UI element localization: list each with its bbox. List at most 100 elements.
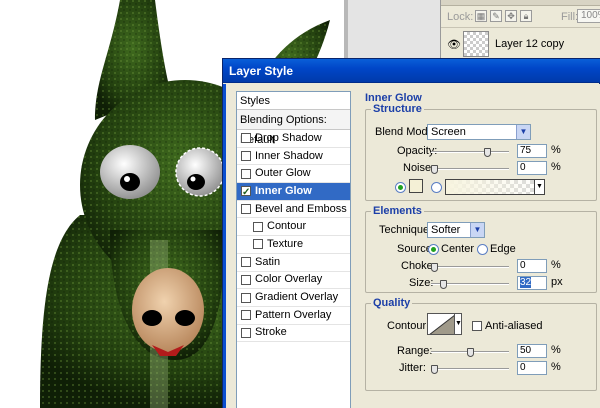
lock-icons: ▦ ✎ ✥ 🔒︎ — [475, 10, 532, 22]
style-item-label: Bevel and Emboss — [255, 202, 347, 215]
noise-label: Noise: — [403, 162, 435, 174]
contour-preview[interactable] — [427, 313, 455, 335]
style-checkbox[interactable] — [241, 204, 251, 215]
style-item[interactable]: Stroke — [237, 325, 350, 343]
layer-row[interactable]: 👁︎ Layer 12 copy — [441, 27, 600, 60]
slider-knob[interactable] — [431, 263, 438, 272]
style-checkbox[interactable] — [241, 168, 251, 179]
chevron-down-icon: ▼ — [534, 180, 544, 194]
style-item[interactable]: Pattern Overlay — [237, 307, 350, 325]
dialog-body: Styles Blending Options: Default Drop Sh… — [223, 84, 600, 408]
jitter-input[interactable]: 0 — [517, 361, 547, 375]
slider-knob[interactable] — [440, 280, 448, 289]
layer-name: Layer 12 copy — [495, 38, 565, 50]
style-checkbox[interactable] — [241, 327, 251, 338]
structure-title: Structure — [371, 103, 424, 115]
size-input[interactable]: 32 — [517, 276, 547, 290]
style-item[interactable]: Inner Glow — [237, 183, 350, 201]
anti-aliased-checkbox[interactable] — [472, 321, 482, 331]
slider-knob[interactable] — [431, 365, 438, 374]
jitter-slider[interactable] — [431, 365, 509, 374]
style-item[interactable]: Texture — [237, 236, 350, 254]
style-item[interactable]: Outer Glow — [237, 165, 350, 184]
blend-mode-select[interactable]: Screen ▼ — [427, 124, 531, 140]
technique-value: Softer — [431, 224, 461, 236]
inner-glow-settings: Inner Glow Structure Blend Mode: Screen … — [361, 87, 600, 407]
move-lock-icon[interactable]: ✥ — [505, 10, 517, 22]
style-item-label: Pattern Overlay — [255, 308, 332, 321]
opacity-slider[interactable] — [431, 148, 509, 157]
chevron-down-icon: ▼ — [516, 125, 530, 139]
checker-lock-icon[interactable]: ▦ — [475, 10, 487, 22]
range-input[interactable]: 50 — [517, 344, 547, 358]
choke-input[interactable]: 0 — [517, 259, 547, 273]
technique-select[interactable]: Softer ▼ — [427, 222, 485, 238]
style-checkbox[interactable] — [241, 310, 251, 321]
style-checkbox[interactable] — [253, 221, 263, 232]
source-edge-label: Edge — [490, 243, 516, 255]
glow-color-swatch[interactable] — [409, 179, 423, 193]
style-checkbox[interactable] — [241, 151, 251, 162]
slider-knob[interactable] — [466, 348, 474, 357]
noise-input[interactable]: 0 — [517, 161, 547, 175]
style-item[interactable]: Gradient Overlay — [237, 289, 350, 307]
style-item[interactable]: Contour — [237, 218, 350, 237]
slider-knob[interactable] — [484, 148, 492, 157]
anti-aliased-label: Anti-aliased — [485, 320, 543, 332]
source-center-radio[interactable] — [428, 244, 439, 255]
layers-panel-top-strip — [441, 0, 600, 6]
lock-label: Lock: — [447, 11, 474, 23]
solid-color-radio[interactable] — [395, 182, 406, 193]
eye-icon[interactable]: 👁︎ — [447, 38, 461, 51]
brush-lock-icon[interactable]: ✎ — [490, 10, 502, 22]
jitter-unit: % — [551, 361, 561, 373]
noise-slider[interactable] — [431, 165, 509, 174]
style-item[interactable]: Color Overlay — [237, 272, 350, 290]
style-checkbox[interactable] — [241, 133, 251, 144]
style-item[interactable]: Inner Shadow — [237, 148, 350, 166]
size-slider[interactable] — [431, 280, 509, 289]
source-edge-radio[interactable] — [477, 244, 488, 255]
style-item-label: Texture — [267, 237, 304, 250]
style-checkbox[interactable] — [241, 292, 251, 303]
range-slider[interactable] — [431, 348, 509, 357]
style-checkbox[interactable] — [241, 274, 251, 285]
size-unit: px — [551, 276, 563, 288]
layer-thumbnail — [463, 31, 489, 57]
style-checkbox[interactable] — [241, 184, 251, 201]
lock-row: Lock: ▦ ✎ ✥ 🔒︎ Fill: 100% — [441, 8, 600, 26]
slider-track — [431, 168, 509, 170]
contour-label: Contour: — [387, 320, 430, 332]
style-item-label: Inner Glow — [255, 184, 312, 197]
fill-input[interactable]: 100% — [577, 9, 600, 23]
style-checkbox[interactable] — [241, 257, 251, 268]
technique-label: Technique: — [379, 224, 433, 236]
jitter-label: Jitter: — [399, 362, 426, 374]
photoshop-workspace: Lock: ▦ ✎ ✥ 🔒︎ Fill: 100% 👁︎ Layer 12 co… — [0, 0, 600, 408]
fill-label: Fill: — [561, 11, 579, 23]
padlock-icon[interactable]: 🔒︎ — [520, 10, 532, 22]
choke-slider[interactable] — [431, 263, 509, 272]
dialog-title-bar[interactable]: Layer Style — [223, 59, 600, 83]
styles-header[interactable]: Styles — [237, 92, 350, 110]
style-item-label: Color Overlay — [255, 273, 323, 286]
slider-track — [431, 368, 509, 370]
style-item[interactable]: Satin — [237, 254, 350, 272]
layers-panel: Lock: ▦ ✎ ✥ 🔒︎ Fill: 100% 👁︎ Layer 12 co… — [440, 0, 600, 62]
glow-gradient-picker[interactable]: ▼ — [445, 179, 545, 195]
range-label: Range: — [397, 345, 433, 357]
style-items: Drop Shadow Inner Shadow Outer Glow Inner G… — [237, 130, 350, 343]
quality-title: Quality — [371, 297, 413, 309]
slider-knob[interactable] — [431, 165, 438, 174]
size-value: 32 — [520, 277, 532, 288]
blending-options-item[interactable]: Blending Options: Default — [237, 110, 350, 146]
contour-dropdown-button[interactable]: ▼ — [454, 313, 462, 335]
chevron-down-icon: ▼ — [470, 223, 484, 237]
style-item[interactable]: Bevel and Emboss — [237, 201, 350, 219]
range-unit: % — [551, 344, 561, 356]
opacity-input[interactable]: 75 — [517, 144, 547, 158]
dialog-title: Layer Style — [229, 64, 294, 78]
style-checkbox[interactable] — [253, 239, 263, 250]
blend-mode-value: Screen — [431, 126, 466, 138]
gradient-radio[interactable] — [431, 182, 442, 193]
